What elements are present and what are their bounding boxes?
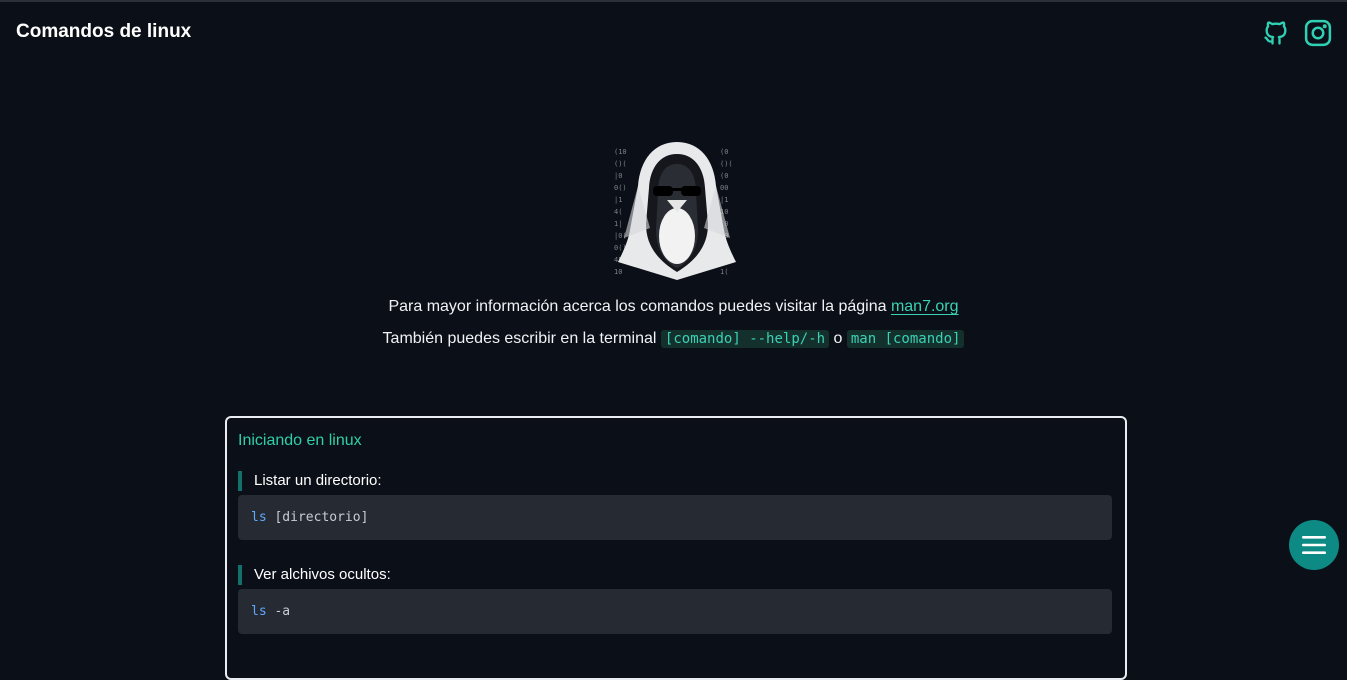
section-card: Iniciando en linux Listar un directorio:… bbox=[225, 416, 1127, 680]
command-args: [directorio] bbox=[266, 510, 369, 525]
svg-text:()(: ()( bbox=[614, 160, 627, 168]
svg-text:(0: (0 bbox=[720, 148, 728, 156]
intro-text-2: También puedes escribir en la terminal bbox=[382, 330, 661, 347]
svg-text:|0: |0 bbox=[614, 172, 622, 180]
man-command-code: man [comando] bbox=[846, 330, 965, 348]
command-args: -a bbox=[266, 604, 291, 619]
menu-button[interactable] bbox=[1289, 520, 1339, 570]
svg-text:0(): 0() bbox=[614, 184, 627, 192]
svg-text:10: 10 bbox=[614, 268, 622, 276]
tux-hacker-logo: (10()(|0 0() |1 4( 1| |0(0() 45 10 (0()((0 0… bbox=[610, 138, 744, 280]
command-name: ls bbox=[251, 604, 267, 619]
svg-text:(10: (10 bbox=[614, 148, 627, 156]
site-title: Comandos de linux bbox=[16, 21, 192, 42]
command-code-block[interactable]: ls [directorio] bbox=[238, 495, 1112, 540]
intro-line-1: Para mayor información acerca los comand… bbox=[0, 298, 1347, 316]
github-icon[interactable] bbox=[1261, 18, 1291, 48]
svg-text:1(: 1( bbox=[720, 268, 728, 276]
command-name: ls bbox=[251, 510, 267, 525]
command-code-block[interactable]: ls -a bbox=[238, 589, 1112, 634]
man7-link[interactable]: man7.org bbox=[891, 298, 959, 315]
svg-text:(0: (0 bbox=[720, 172, 728, 180]
svg-text:|1: |1 bbox=[614, 196, 622, 204]
help-command-code: [comando] --help/-h bbox=[660, 330, 830, 348]
menu-icon bbox=[1302, 536, 1326, 554]
svg-text:4(: 4( bbox=[614, 208, 622, 216]
svg-text:()(: ()( bbox=[720, 160, 733, 168]
instagram-icon[interactable] bbox=[1303, 18, 1333, 48]
intro-or-text: o bbox=[829, 330, 847, 347]
section-title: Iniciando en linux bbox=[238, 432, 362, 449]
site-header: Comandos de linux bbox=[0, 2, 1347, 62]
svg-text:|1: |1 bbox=[720, 196, 728, 204]
svg-text:00: 00 bbox=[720, 184, 728, 192]
intro-line-2: También puedes escribir en la terminal [… bbox=[0, 330, 1347, 348]
intro-text-1: Para mayor información acerca los comand… bbox=[388, 298, 891, 315]
svg-text:1|: 1| bbox=[614, 220, 622, 228]
command-label: Ver alchivos ocultos: bbox=[238, 565, 391, 585]
command-label: Listar un directorio: bbox=[238, 471, 382, 491]
